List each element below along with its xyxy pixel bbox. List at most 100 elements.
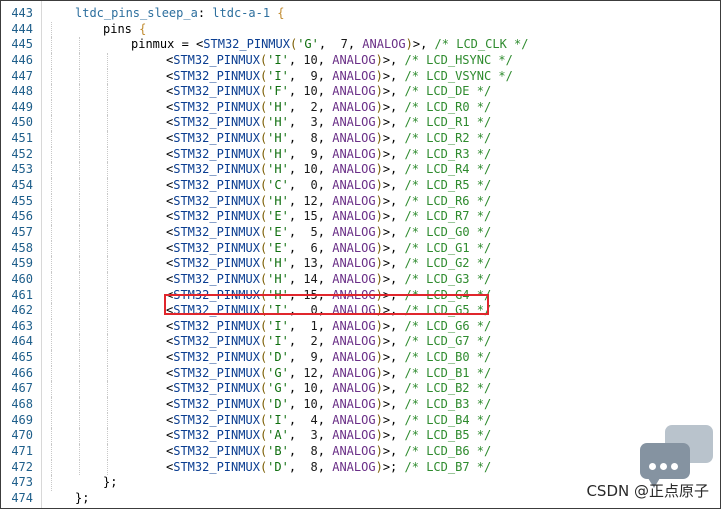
code-token-punct: , [317, 52, 333, 67]
line-number: 468 [11, 397, 33, 412]
code-token-brace: { [270, 6, 285, 20]
code-token-cmt: /* LCD_CLK */ [434, 37, 529, 52]
code-token-const: ANALOG [332, 303, 376, 318]
code-token-punct: >, [382, 224, 405, 239]
code-token-cmt: /* LCD_G6 */ [404, 318, 492, 333]
code-token-cmt: /* LCD_R1 */ [404, 115, 492, 130]
code-line: 470 <STM32_PINMUX('A', 3, ANALOG)>, /* LC… [1, 428, 720, 444]
indent-guide [51, 459, 52, 476]
code-token-punct: >, [382, 256, 405, 271]
code-token-node: ltdc_pins_sleep_a [75, 6, 198, 20]
code-token-punct: , [317, 256, 333, 271]
code-line: 464 <STM32_PINMUX('I', 2, ANALOG)>, /* LC… [1, 334, 720, 351]
code-token-punct: , [288, 115, 311, 130]
code-token-num: 15 [303, 287, 318, 302]
indent-guide [107, 365, 108, 382]
line-number: 453 [11, 162, 33, 177]
code-token-const: ANALOG [332, 146, 376, 161]
code-token-punct: , [288, 146, 311, 161]
code-token-str: 'H' [267, 162, 289, 177]
line-number: 457 [11, 224, 33, 239]
code-line: 451 <STM32_PINMUX('H', 8, ANALOG)>, /* LC… [1, 131, 720, 147]
indent-guide [51, 224, 52, 241]
code-token-macro: STM32_PINMUX [173, 84, 260, 99]
code-token-const: ANALOG [332, 350, 376, 365]
code-token-punct: , [288, 99, 311, 114]
line-number: 473 [11, 475, 33, 490]
code-token-str: 'B' [267, 443, 289, 458]
watermark: CSDN @正点原子 [586, 482, 709, 500]
line-number: 465 [11, 350, 33, 365]
code-token-punct: >, [382, 350, 405, 365]
code-token-punct: , [288, 84, 304, 99]
indent-guide [51, 162, 52, 179]
code-token-punct: , [317, 240, 333, 255]
code-token-paren: ) [375, 287, 383, 302]
code-line: 454 <STM32_PINMUX('C', 0, ANALOG)>, /* LC… [1, 178, 720, 194]
indent-guide [51, 178, 52, 194]
code-token-punct: , [347, 37, 363, 52]
code-token-const: ANALOG [332, 178, 376, 193]
code-text: ltdc_pins_sleep_a: ltdc-a-1 { [75, 6, 285, 22]
indent-guide [79, 334, 80, 351]
code-token-punct: , [318, 37, 341, 52]
code-token-punct: , [317, 318, 333, 333]
code-token-num: 8 [310, 443, 318, 458]
code-token-punct: , [288, 271, 304, 286]
code-token-punct: }; [75, 490, 90, 505]
indent-guide [51, 146, 52, 163]
code-token-paren: ) [375, 459, 383, 474]
code-token-num: 0 [310, 303, 318, 318]
line-number: 462 [11, 303, 33, 318]
code-token-num: 8 [310, 459, 318, 474]
code-token-punct: , [288, 52, 304, 67]
code-line: 444 pins { [1, 21, 720, 38]
indent-guide [79, 303, 80, 319]
code-token-punct: , [317, 287, 333, 302]
indent-guide [107, 178, 108, 194]
code-token-const: ANALOG [332, 459, 376, 474]
code-token-punct: >, [382, 397, 405, 412]
code-editor: 443 ltdc_pins_sleep_a: ltdc-a-1 {444 pins … [0, 0, 721, 509]
code-line: 446 <STM32_PINMUX('I', 10, ANALOG)>, /* L… [1, 52, 720, 69]
code-token-str: 'H' [267, 287, 289, 302]
indent-guide [107, 303, 108, 319]
indent-guide [51, 115, 52, 132]
code-token-punct: , [288, 459, 311, 474]
code-token-punct: >, [382, 318, 405, 333]
code-token-str: 'I' [267, 68, 289, 83]
code-token-cmt: /* LCD_R5 */ [404, 178, 492, 193]
code-token-punct: >, [382, 240, 405, 255]
code-token-macro: STM32_PINMUX [173, 381, 260, 396]
code-token-paren: ) [375, 146, 383, 161]
code-token-macro: STM32_PINMUX [173, 459, 260, 474]
code-token-str: 'E' [267, 209, 289, 224]
code-token-punct: >, [382, 381, 405, 396]
indent-guide [51, 334, 52, 351]
code-token-num: 2 [310, 334, 318, 349]
indent-guide [51, 350, 52, 366]
indent-guide [107, 412, 108, 429]
code-token-str: 'D' [267, 397, 289, 412]
indent-guide [51, 381, 52, 398]
indent-guide [107, 287, 108, 304]
code-token-macro: STM32_PINMUX [203, 37, 290, 52]
code-token-const: ANALOG [332, 443, 376, 458]
indent-guide [79, 256, 80, 272]
code-token-str: 'I' [267, 52, 289, 67]
code-text: <STM32_PINMUX('E', 5, ANALOG)>, /* LCD_G… [166, 225, 491, 241]
code-token-str: 'C' [267, 178, 289, 193]
code-token-num: 5 [310, 224, 318, 239]
code-token-paren: ) [375, 256, 383, 271]
indent-guide [79, 318, 80, 335]
code-token-punct: , [317, 365, 333, 380]
code-token-str: 'H' [267, 271, 289, 286]
code-token-paren: ) [375, 162, 383, 177]
code-token-const: ANALOG [332, 209, 376, 224]
code-token-cmt: /* LCD_HSYNC */ [404, 52, 513, 67]
code-token-num: 2 [310, 99, 318, 114]
line-number: 463 [11, 318, 33, 333]
code-token-punct: , [317, 99, 333, 114]
code-token-str: 'E' [267, 224, 289, 239]
code-token-cmt: /* LCD_DE */ [404, 84, 492, 99]
